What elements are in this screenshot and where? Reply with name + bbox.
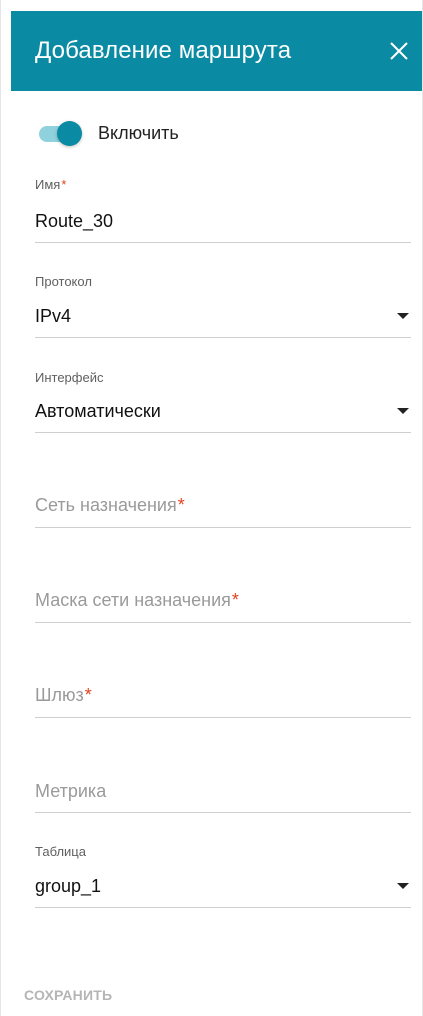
save-button[interactable]: СОХРАНИТЬ xyxy=(24,987,112,1003)
name-value: Route_30 xyxy=(35,211,114,231)
interface-label: Интерфейс xyxy=(35,370,104,385)
panel-title: Добавление маршрута xyxy=(35,37,292,64)
required-mark: * xyxy=(177,495,185,515)
destination-mask-placeholder: Маска сети назначения* xyxy=(35,590,239,610)
interface-select[interactable]: Интерфейс Автоматически xyxy=(35,369,411,433)
add-route-panel: Добавление маршрута Включить Имя* Route_… xyxy=(0,0,423,1016)
protocol-label: Протокол xyxy=(35,274,92,289)
enable-row: Включить xyxy=(37,117,179,149)
destination-network-field[interactable]: Сеть назначения* xyxy=(35,490,411,528)
interface-value: Автоматически xyxy=(35,401,161,421)
metric-placeholder: Метрика xyxy=(35,781,107,801)
gateway-field[interactable]: Шлюз* xyxy=(35,680,411,718)
table-label: Таблица xyxy=(35,844,86,859)
toggle-thumb xyxy=(57,121,82,146)
destination-network-placeholder: Сеть назначения* xyxy=(35,495,185,515)
required-mark: * xyxy=(84,685,92,705)
chevron-down-icon xyxy=(397,883,409,889)
close-icon xyxy=(390,42,408,60)
name-label: Имя* xyxy=(35,177,67,192)
protocol-value: IPv4 xyxy=(35,306,72,326)
protocol-select[interactable]: Протокол IPv4 xyxy=(35,273,411,338)
gateway-placeholder: Шлюз* xyxy=(35,685,92,705)
chevron-down-icon xyxy=(397,313,409,319)
required-mark: * xyxy=(61,177,67,192)
enable-label: Включить xyxy=(98,122,179,143)
enable-toggle[interactable] xyxy=(37,119,83,147)
table-select[interactable]: Таблица group_1 xyxy=(35,843,411,908)
required-mark: * xyxy=(231,590,239,610)
metric-field[interactable]: Метрика xyxy=(35,776,411,813)
panel-header: Добавление маршрута xyxy=(11,11,422,91)
chevron-down-icon xyxy=(397,408,409,414)
name-field[interactable]: Имя* Route_30 xyxy=(35,176,411,243)
close-button[interactable] xyxy=(386,38,412,64)
table-value: group_1 xyxy=(35,876,102,896)
destination-mask-field[interactable]: Маска сети назначения* xyxy=(35,585,411,623)
